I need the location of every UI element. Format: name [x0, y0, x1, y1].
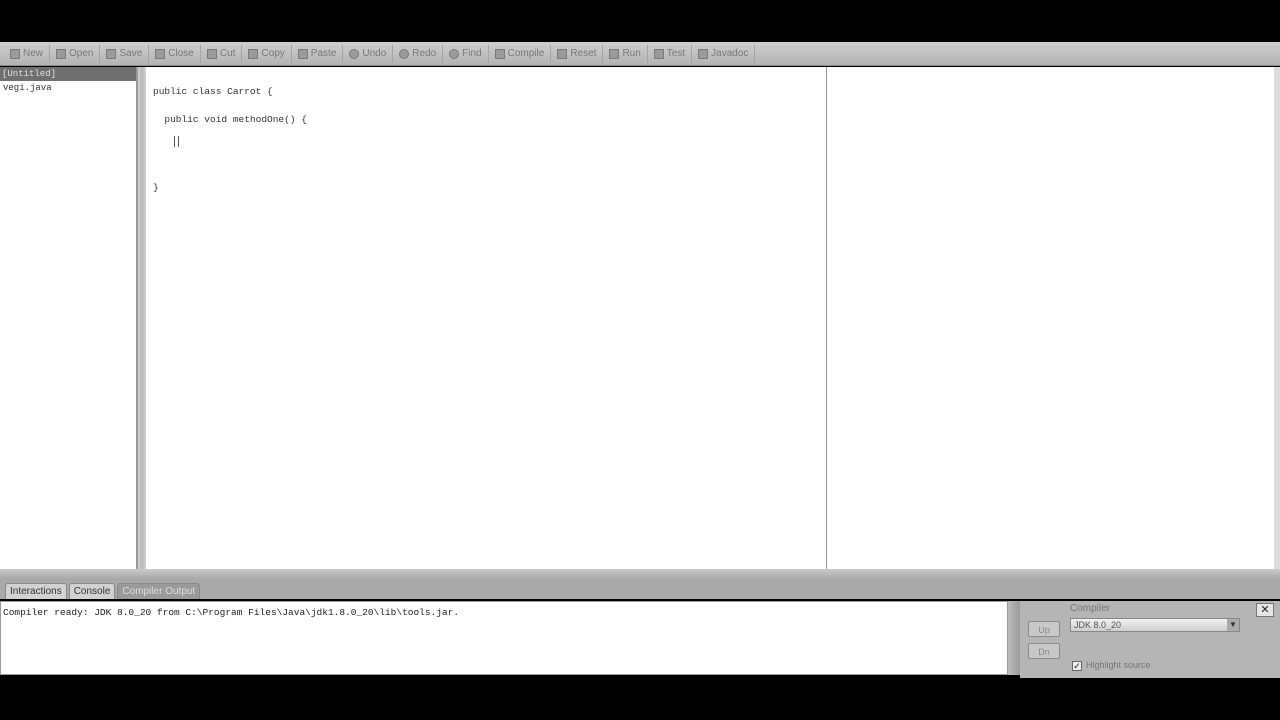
toolbar: New Open Save Close Cut Copy Paste Undo … [0, 42, 1280, 66]
down-button[interactable]: Dn [1028, 643, 1060, 659]
editor-right-area[interactable] [827, 67, 1274, 569]
cut-icon [206, 48, 217, 59]
compiler-output-pane: Compiler ready: JDK 8.0_20 from C:\Progr… [0, 601, 1008, 675]
compiler-side-panel: Up Dn Compiler JDK 8.0_20 ▼ ✕ ✓ Highligh… [1020, 601, 1280, 678]
code-line-2: public void methodOne() { [153, 114, 307, 125]
test-button[interactable]: Test [648, 44, 693, 63]
javadoc-label: Javadoc [711, 48, 749, 59]
find-label: Find [462, 48, 482, 59]
new-file-icon [10, 48, 20, 59]
horizontal-splitter[interactable] [0, 569, 1280, 579]
document-item-vegi[interactable]: vegi.java [0, 81, 136, 95]
close-file-button[interactable]: Close [149, 44, 201, 63]
undo-button[interactable]: Undo [343, 44, 394, 63]
chevron-down-icon: ▼ [1227, 619, 1239, 631]
reset-icon [557, 48, 568, 59]
close-label: Close [168, 48, 194, 59]
save-button[interactable]: Save [100, 44, 150, 63]
highlight-source-label: Highlight source [1086, 660, 1151, 670]
run-button[interactable]: Run [603, 44, 648, 63]
compile-label: Compile [507, 48, 545, 59]
open-button[interactable]: Open [50, 44, 101, 63]
close-panel-button[interactable]: ✕ [1256, 603, 1274, 617]
find-button[interactable]: Find [443, 44, 489, 63]
redo-icon [399, 48, 410, 59]
up-button[interactable]: Up [1028, 621, 1060, 637]
documents-panel: [Untitled] vegi.java [0, 67, 138, 569]
code-editor[interactable]: public class Carrot { public void method… [146, 67, 827, 569]
compiler-select[interactable]: JDK 8.0_20 ▼ [1070, 618, 1240, 632]
test-label: Test [666, 48, 686, 59]
compiler-label: Compiler [1070, 603, 1111, 614]
output-scrollbar[interactable] [1008, 601, 1020, 675]
compile-button[interactable]: Compile [489, 44, 552, 63]
bottom-tabbar: Interactions Console Compiler Output [0, 579, 1280, 599]
cut-button[interactable]: Cut [201, 44, 243, 63]
tab-interactions[interactable]: Interactions [5, 583, 67, 599]
undo-icon [349, 48, 360, 59]
tab-console[interactable]: Console [68, 583, 116, 599]
copy-label: Copy [261, 48, 285, 59]
letterbox-bottom [0, 678, 1280, 720]
copy-icon [248, 48, 259, 59]
letterbox-top [0, 0, 1280, 42]
copy-button[interactable]: Copy [242, 44, 292, 63]
save-icon [106, 48, 117, 59]
reset-label: Reset [570, 48, 597, 59]
compiler-select-value: JDK 8.0_20 [1074, 620, 1122, 630]
new-label: New [23, 48, 44, 59]
run-label: Run [622, 48, 641, 59]
javadoc-button[interactable]: Javadoc [692, 44, 756, 63]
paste-icon [297, 48, 308, 59]
code-line-1: public class Carrot { [153, 86, 273, 97]
highlight-source-checkbox[interactable]: ✓ [1072, 661, 1082, 671]
reset-button[interactable]: Reset [551, 44, 604, 63]
paste-label: Paste [310, 48, 337, 59]
compiler-output-text: Compiler ready: JDK 8.0_20 from C:\Progr… [3, 607, 460, 618]
find-icon [449, 48, 460, 59]
tab-compiler-output[interactable]: Compiler Output [117, 583, 201, 599]
text-cursor-icon [174, 136, 179, 147]
cut-label: Cut [219, 48, 236, 59]
paste-button[interactable]: Paste [292, 44, 344, 63]
test-icon [653, 48, 664, 59]
run-icon [609, 48, 620, 59]
documents-header: [Untitled] [0, 67, 136, 81]
redo-button[interactable]: Redo [393, 44, 444, 63]
open-folder-icon [56, 48, 67, 59]
open-label: Open [69, 48, 94, 59]
vertical-splitter[interactable] [138, 67, 146, 569]
redo-label: Redo [412, 48, 437, 59]
close-icon: ✕ [1260, 604, 1270, 616]
compile-icon [494, 48, 505, 59]
close-file-icon [155, 48, 166, 59]
javadoc-icon [698, 48, 709, 59]
editor-scrollbar[interactable] [1274, 67, 1280, 569]
new-button[interactable]: New [4, 44, 51, 63]
save-label: Save [119, 48, 143, 59]
code-line-3: } [153, 182, 159, 193]
undo-label: Undo [362, 48, 387, 59]
